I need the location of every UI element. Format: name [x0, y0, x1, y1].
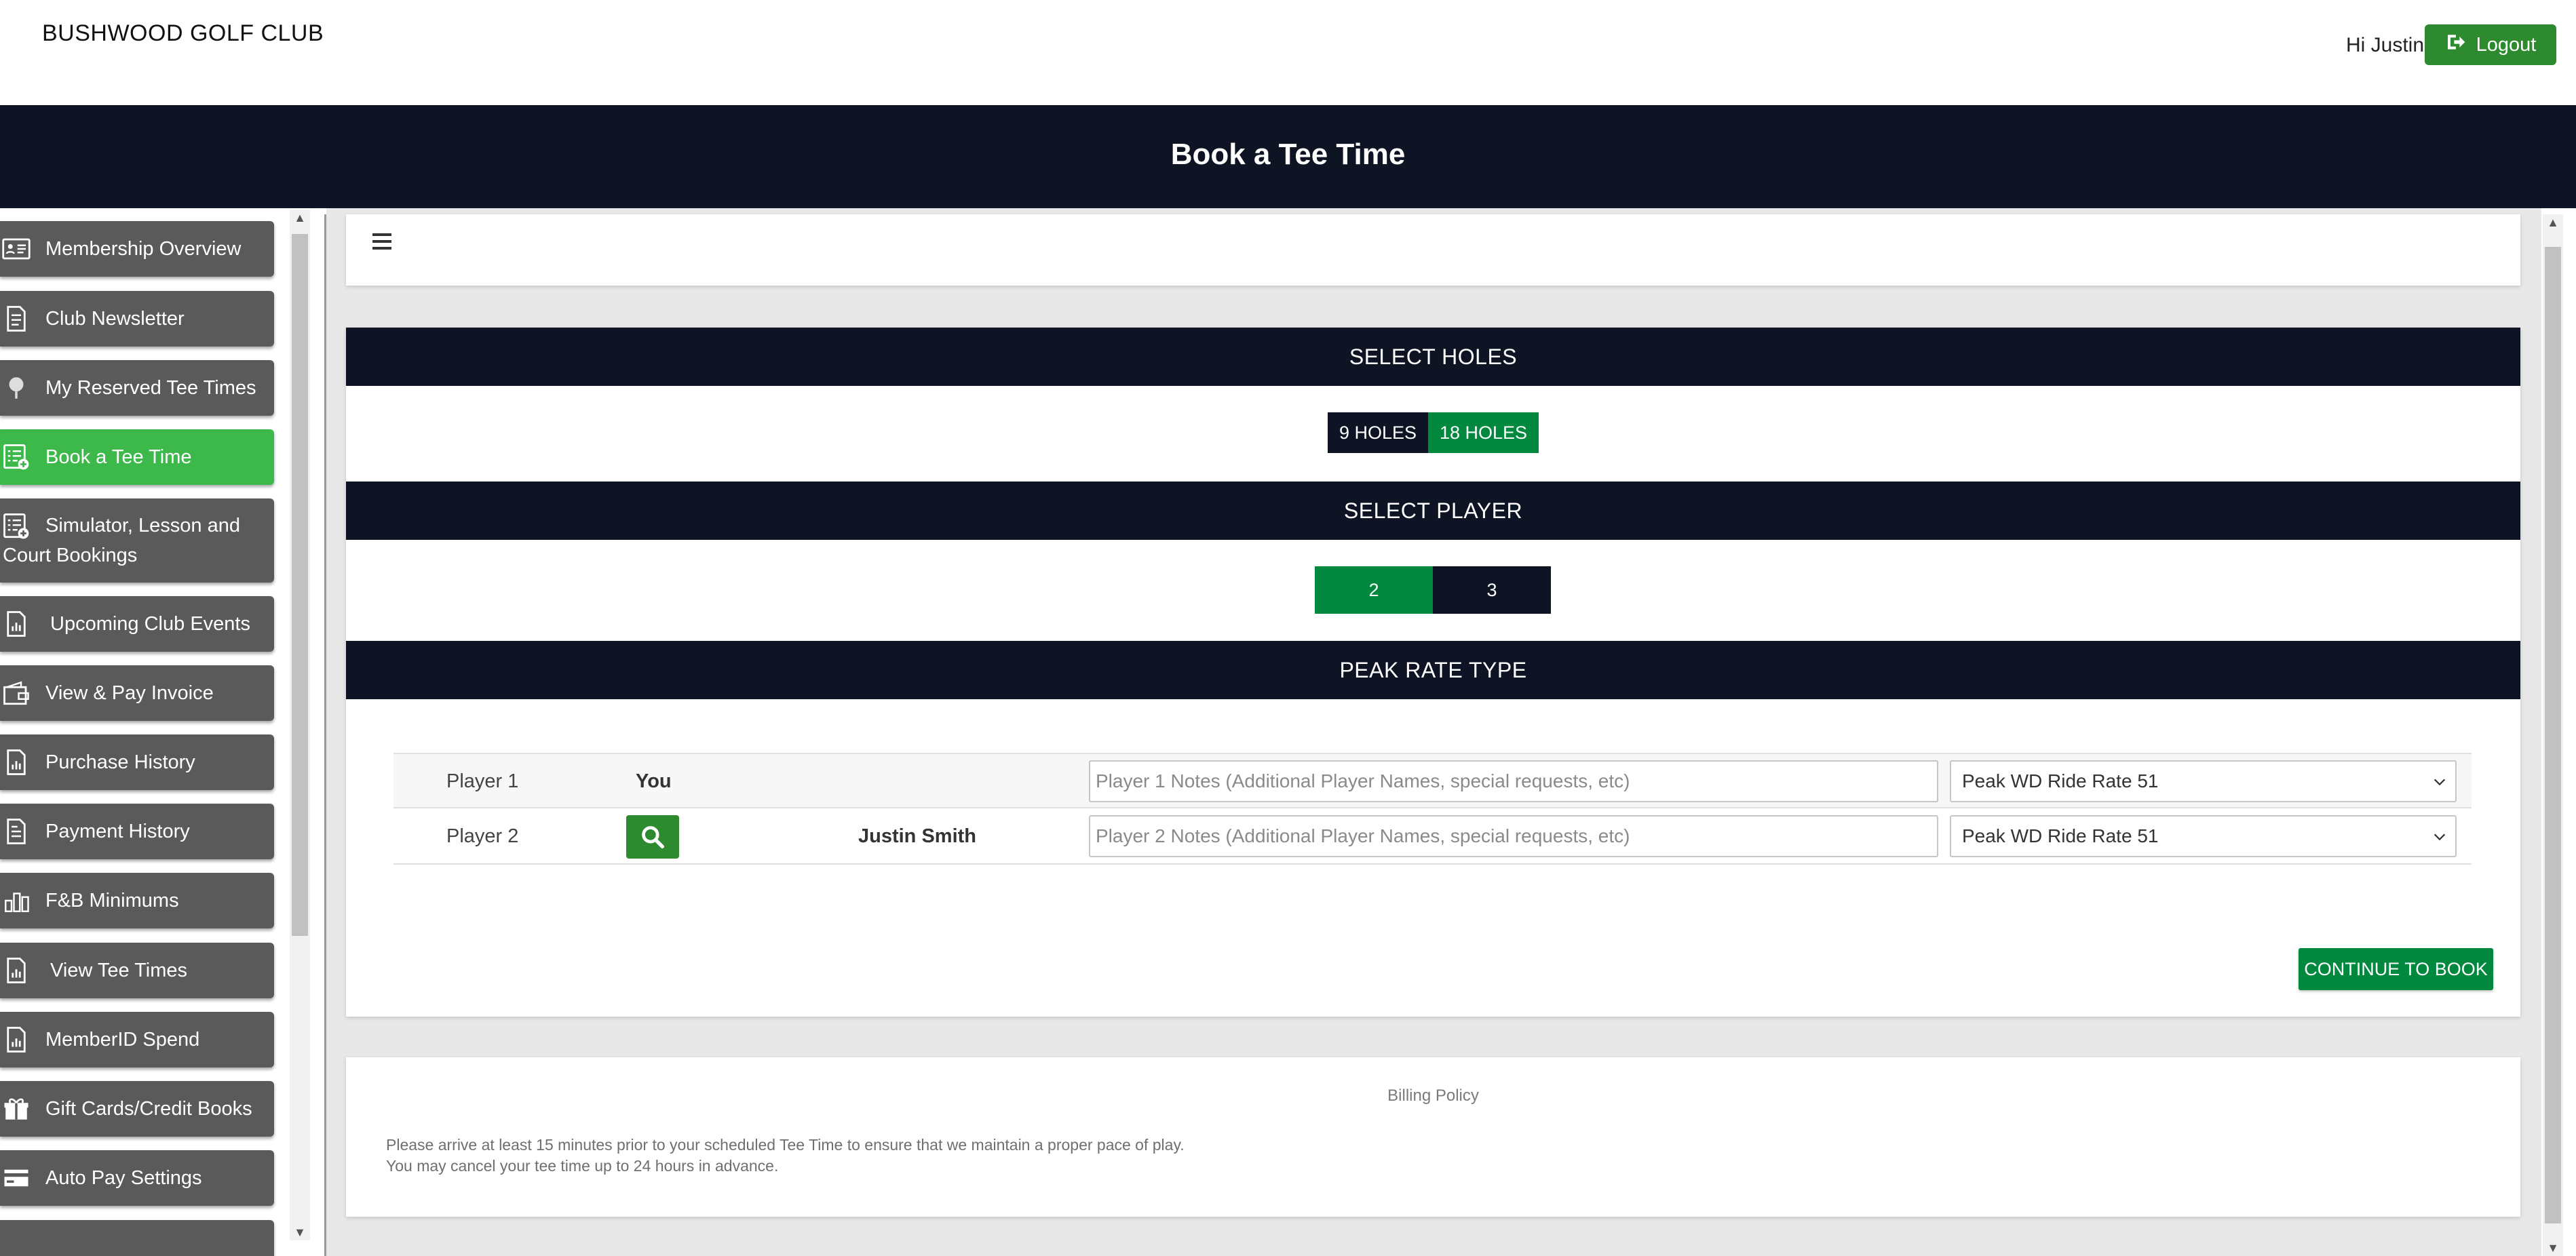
app-root: BUSHWOOD GOLF CLUB Hi Justin Logout Book…: [0, 0, 2576, 1256]
sidebar-item-view-tee-times[interactable]: View Tee Times: [0, 943, 274, 998]
sidebar-item-label: Membership Overview: [45, 238, 242, 260]
sidebar-item-label: Upcoming Club Events: [50, 613, 250, 635]
golf-ball-icon: [1, 372, 31, 404]
sidebar-scrollbar-thumb[interactable]: [292, 234, 308, 936]
sidebar: Membership Overview Club Newsletter My R…: [0, 208, 312, 1256]
page-banner: Book a Tee Time: [0, 105, 2576, 208]
player-count-2-button[interactable]: 2: [1315, 566, 1433, 614]
sidebar-item-label: My Reserved Tee Times: [45, 377, 256, 399]
sidebar-item-my-reserved-tee-times[interactable]: My Reserved Tee Times: [0, 360, 274, 416]
player-1-rate-value: Peak WD Ride Rate 51: [1962, 770, 2159, 791]
credit-card-icon: [1, 1162, 31, 1194]
sidebar-item-auto-pay-settings[interactable]: Auto Pay Settings: [0, 1150, 274, 1206]
player-who: You: [636, 770, 672, 792]
chevron-down-icon: [2434, 779, 2446, 786]
select-player-header: SELECT PLAYER: [346, 482, 2520, 540]
sidebar-item-partial[interactable]: [0, 1220, 274, 1256]
player-search-button[interactable]: [626, 815, 679, 859]
logout-button[interactable]: Logout: [2425, 24, 2556, 65]
sidebar-item-memberid-spend[interactable]: MemberID Spend: [0, 1012, 274, 1067]
report-icon: [1, 747, 31, 778]
select-holes-header: SELECT HOLES: [346, 328, 2520, 386]
report-icon: [1, 1024, 31, 1055]
sidebar-item-book-a-tee-time[interactable]: Book a Tee Time: [0, 429, 274, 485]
sidebar-item-label: View Tee Times: [50, 960, 188, 981]
sidebar-item-gift-cards[interactable]: Gift Cards/Credit Books: [0, 1081, 274, 1137]
sidebar-item-club-newsletter[interactable]: Club Newsletter: [0, 291, 274, 347]
document-icon: [1, 303, 31, 334]
player-count-3-button[interactable]: 3: [1433, 566, 1551, 614]
billing-policy-line: You may cancel your tee time up to 24 ho…: [386, 1157, 779, 1175]
player-2-rate-select[interactable]: Peak WD Ride Rate 51: [1950, 815, 2457, 857]
player-row-1: Player 1 You Peak WD Ride Rate 51: [393, 753, 2472, 808]
sidebar-item-label: View & Pay Invoice: [45, 682, 214, 704]
sidebar-item-view-pay-invoice[interactable]: View & Pay Invoice: [0, 665, 274, 721]
receipt-icon: [1, 816, 31, 847]
id-card-icon: [1, 233, 31, 264]
search-icon: [642, 826, 664, 848]
logout-label: Logout: [2476, 33, 2537, 56]
player-row-2: Player 2 Justin Smith Peak WD Ride Rate …: [393, 809, 2472, 865]
scroll-up-arrow-icon[interactable]: ▲: [290, 210, 310, 226]
billing-policy-line: Please arrive at least 15 minutes prior …: [386, 1136, 1185, 1154]
holes-toggle: 9 HOLES 18 HOLES: [1328, 412, 1539, 453]
player-name: Justin Smith: [858, 825, 977, 847]
report-icon: [1, 955, 31, 986]
player-label: Player 2: [446, 825, 519, 847]
list-add-icon: [1, 441, 31, 473]
scroll-up-arrow-icon[interactable]: ▲: [2543, 214, 2563, 231]
continue-to-book-button[interactable]: CONTINUE TO BOOK: [2299, 948, 2493, 990]
menu-card: [346, 214, 2520, 286]
chart-icon: [1, 885, 31, 916]
player-1-notes-input[interactable]: [1089, 760, 1938, 802]
player-label: Player 1: [446, 770, 519, 792]
sidebar-item-simulator-lesson-court[interactable]: Simulator, Lesson and Court Bookings: [0, 498, 274, 583]
sidebar-item-label: Gift Cards/Credit Books: [45, 1098, 252, 1120]
sidebar-item-upcoming-club-events[interactable]: Upcoming Club Events: [0, 596, 274, 652]
sidebar-item-payment-history[interactable]: Payment History: [0, 804, 274, 859]
peak-rate-header: PEAK RATE TYPE: [346, 641, 2520, 699]
player-count-toggle: 2 3: [1315, 566, 1551, 614]
sidebar-item-label: Payment History: [45, 821, 190, 842]
top-bar: BUSHWOOD GOLF CLUB Hi Justin Logout: [0, 0, 2576, 105]
page-title: Book a Tee Time: [1170, 138, 1406, 171]
main-scrollbar-thumb[interactable]: [2545, 247, 2561, 1223]
player-2-notes-input[interactable]: [1089, 815, 1938, 857]
sidebar-item-label: Club Newsletter: [45, 308, 185, 330]
sidebar-item-label: Simulator, Lesson and Court Bookings: [3, 515, 240, 566]
sidebar-item-label: Purchase History: [45, 751, 195, 773]
player-1-rate-select[interactable]: Peak WD Ride Rate 51: [1950, 760, 2457, 802]
scroll-down-arrow-icon[interactable]: ▼: [290, 1224, 310, 1240]
user-greeting: Hi Justin: [2346, 34, 2425, 56]
sidebar-item-label: MemberID Spend: [45, 1029, 200, 1051]
sidebar-item-membership-overview[interactable]: Membership Overview: [0, 221, 274, 277]
sidebar-item-purchase-history[interactable]: Purchase History: [0, 734, 274, 790]
nine-holes-button[interactable]: 9 HOLES: [1328, 412, 1428, 453]
player-2-rate-value: Peak WD Ride Rate 51: [1962, 825, 2159, 846]
sidebar-item-label: Auto Pay Settings: [45, 1167, 202, 1189]
scroll-down-arrow-icon[interactable]: ▼: [2543, 1240, 2563, 1256]
billing-policy-title: Billing Policy: [1387, 1086, 1479, 1105]
club-name: BUSHWOOD GOLF CLUB: [42, 20, 324, 46]
report-icon: [1, 608, 31, 640]
sidebar-scrollbar[interactable]: ▲ ▼: [290, 210, 310, 1240]
gift-icon: [1, 1093, 31, 1124]
sidebar-item-label: Book a Tee Time: [45, 446, 192, 468]
sidebar-item-label: F&B Minimums: [45, 890, 179, 911]
main-scrollbar[interactable]: ▲ ▼: [2543, 214, 2563, 1256]
wallet-icon: [1, 678, 31, 709]
hamburger-menu-icon[interactable]: [372, 233, 391, 251]
chevron-down-icon: [2434, 833, 2446, 841]
eighteen-holes-button[interactable]: 18 HOLES: [1428, 412, 1539, 453]
logout-icon: [2445, 31, 2467, 58]
sidebar-item-fb-minimums[interactable]: F&B Minimums: [0, 873, 274, 928]
